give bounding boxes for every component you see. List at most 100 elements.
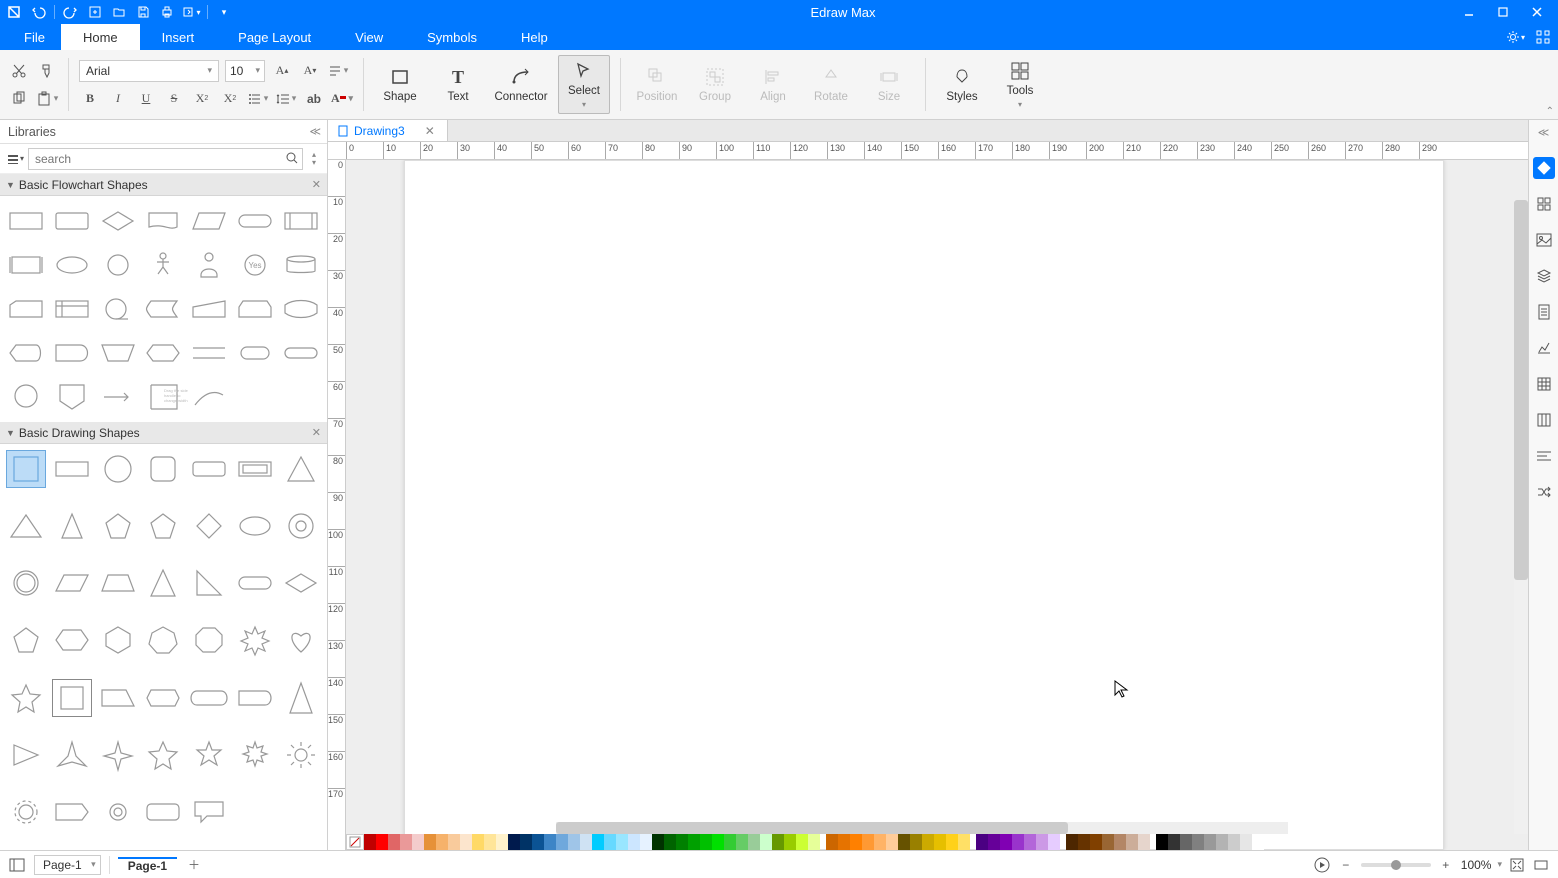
shape-heptagon[interactable]	[144, 621, 184, 659]
layers-panel-icon[interactable]	[1533, 265, 1555, 287]
zoom-out-button[interactable]: −	[1337, 856, 1355, 874]
color-swatch[interactable]	[700, 834, 712, 850]
shape-yes-circle[interactable]: Yes	[235, 246, 275, 284]
shape-capsule[interactable]	[235, 564, 275, 602]
color-swatch[interactable]	[808, 834, 820, 850]
font-name-combo[interactable]: Arial▾	[79, 60, 219, 82]
shape-round-rect2[interactable]	[144, 793, 184, 831]
print-icon[interactable]	[157, 2, 177, 22]
strikethrough-icon[interactable]: S	[163, 88, 185, 110]
shape-star5-2[interactable]	[144, 736, 184, 774]
shape-play-triangle[interactable]	[6, 736, 46, 774]
shape-diamond-wide[interactable]	[281, 564, 321, 602]
color-swatch[interactable]	[910, 834, 922, 850]
shape-rectangle[interactable]	[52, 450, 92, 488]
page-tab[interactable]: Page-1	[118, 857, 177, 873]
color-swatch[interactable]	[1048, 834, 1060, 850]
color-swatch[interactable]	[364, 834, 376, 850]
color-swatch[interactable]	[946, 834, 958, 850]
shape-card[interactable]	[6, 290, 46, 328]
drawing-page[interactable]	[404, 160, 1444, 850]
shape-tool-button[interactable]: Shape	[374, 62, 426, 107]
no-fill-icon[interactable]	[346, 834, 364, 850]
shape-burst[interactable]	[235, 621, 275, 659]
shape-ellipse[interactable]	[52, 246, 92, 284]
close-tab-icon[interactable]: ✕	[421, 124, 439, 138]
shape-hexagon[interactable]	[98, 621, 138, 659]
shape-round-square[interactable]	[144, 450, 184, 488]
shape-oval[interactable]	[235, 507, 275, 545]
color-swatch[interactable]	[688, 834, 700, 850]
color-swatch[interactable]	[628, 834, 640, 850]
fit-page-icon[interactable]	[1508, 856, 1526, 874]
add-page-button[interactable]: ＋	[185, 856, 203, 874]
qat-customize-icon[interactable]: ▾	[214, 2, 234, 22]
shape-sun[interactable]	[281, 736, 321, 774]
color-swatch[interactable]	[784, 834, 796, 850]
collapse-ribbon-icon[interactable]: ⌃	[1546, 106, 1554, 117]
color-swatch[interactable]	[496, 834, 508, 850]
category-basic-drawing[interactable]: ▼Basic Drawing Shapes ✕	[0, 422, 327, 444]
list-icon[interactable]	[247, 88, 269, 110]
color-swatch[interactable]	[424, 834, 436, 850]
close-category-icon-2[interactable]: ✕	[312, 426, 321, 439]
color-swatch[interactable]	[712, 834, 724, 850]
minimize-button[interactable]	[1452, 0, 1486, 24]
shape-4point-star[interactable]	[98, 736, 138, 774]
color-swatch[interactable]	[1126, 834, 1138, 850]
tab-view[interactable]: View	[333, 24, 405, 50]
table-panel-icon[interactable]	[1533, 373, 1555, 395]
shape-offpage[interactable]	[52, 378, 92, 416]
shape-internal-storage[interactable]	[52, 290, 92, 328]
color-swatch[interactable]	[604, 834, 616, 850]
shape-gear[interactable]	[6, 793, 46, 831]
tab-page-layout[interactable]: Page Layout	[216, 24, 333, 50]
tab-help[interactable]: Help	[499, 24, 570, 50]
settings-icon[interactable]: ▾	[1506, 28, 1524, 46]
horizontal-scrollbar[interactable]	[556, 822, 1288, 834]
shape-decision[interactable]	[98, 202, 138, 240]
color-swatch[interactable]	[400, 834, 412, 850]
color-swatch[interactable]	[472, 834, 484, 850]
text-tool-button[interactable]: T Text	[432, 62, 484, 107]
shape-circle-d[interactable]	[98, 450, 138, 488]
zoom-in-button[interactable]: +	[1437, 856, 1455, 874]
shape-terminator[interactable]	[235, 202, 275, 240]
color-swatch[interactable]	[436, 834, 448, 850]
shape-tag[interactable]	[52, 793, 92, 831]
color-swatch[interactable]	[484, 834, 496, 850]
document-tab[interactable]: Drawing3 ✕	[328, 120, 448, 141]
color-swatch[interactable]	[556, 834, 568, 850]
color-swatch[interactable]	[1000, 834, 1012, 850]
color-swatch[interactable]	[724, 834, 736, 850]
tab-insert[interactable]: Insert	[140, 24, 217, 50]
color-swatch[interactable]	[1114, 834, 1126, 850]
color-swatch[interactable]	[544, 834, 556, 850]
text-highlight-icon[interactable]: ab	[303, 88, 325, 110]
page-panel-icon[interactable]	[1533, 301, 1555, 323]
shape-start[interactable]	[235, 334, 275, 372]
shape-arc[interactable]	[189, 378, 229, 416]
increase-font-icon[interactable]: A▴	[271, 60, 293, 82]
shape-double-rect[interactable]	[235, 450, 275, 488]
shape-ring[interactable]	[6, 564, 46, 602]
shape-parallel[interactable]	[189, 334, 229, 372]
library-menu-icon[interactable]: ▾	[6, 150, 24, 168]
color-swatch[interactable]	[508, 834, 520, 850]
color-swatch[interactable]	[1180, 834, 1192, 850]
fit-width-icon[interactable]	[1532, 856, 1550, 874]
shape-triangle-iso[interactable]	[6, 507, 46, 545]
decrease-font-icon[interactable]: A▾	[299, 60, 321, 82]
tab-symbols[interactable]: Symbols	[405, 24, 499, 50]
shape-database[interactable]	[281, 246, 321, 284]
library-nav-spinner[interactable]: ▴▾	[307, 151, 321, 167]
vertical-scrollbar[interactable]	[1514, 200, 1528, 834]
color-swatch[interactable]	[616, 834, 628, 850]
tab-file[interactable]: File	[8, 24, 61, 50]
color-swatch[interactable]	[826, 834, 838, 850]
page-layout-icon[interactable]	[8, 856, 26, 874]
color-swatch[interactable]	[1252, 834, 1264, 850]
color-swatch[interactable]	[958, 834, 970, 850]
shape-heart[interactable]	[281, 621, 321, 659]
format-painter-icon[interactable]	[36, 60, 58, 82]
